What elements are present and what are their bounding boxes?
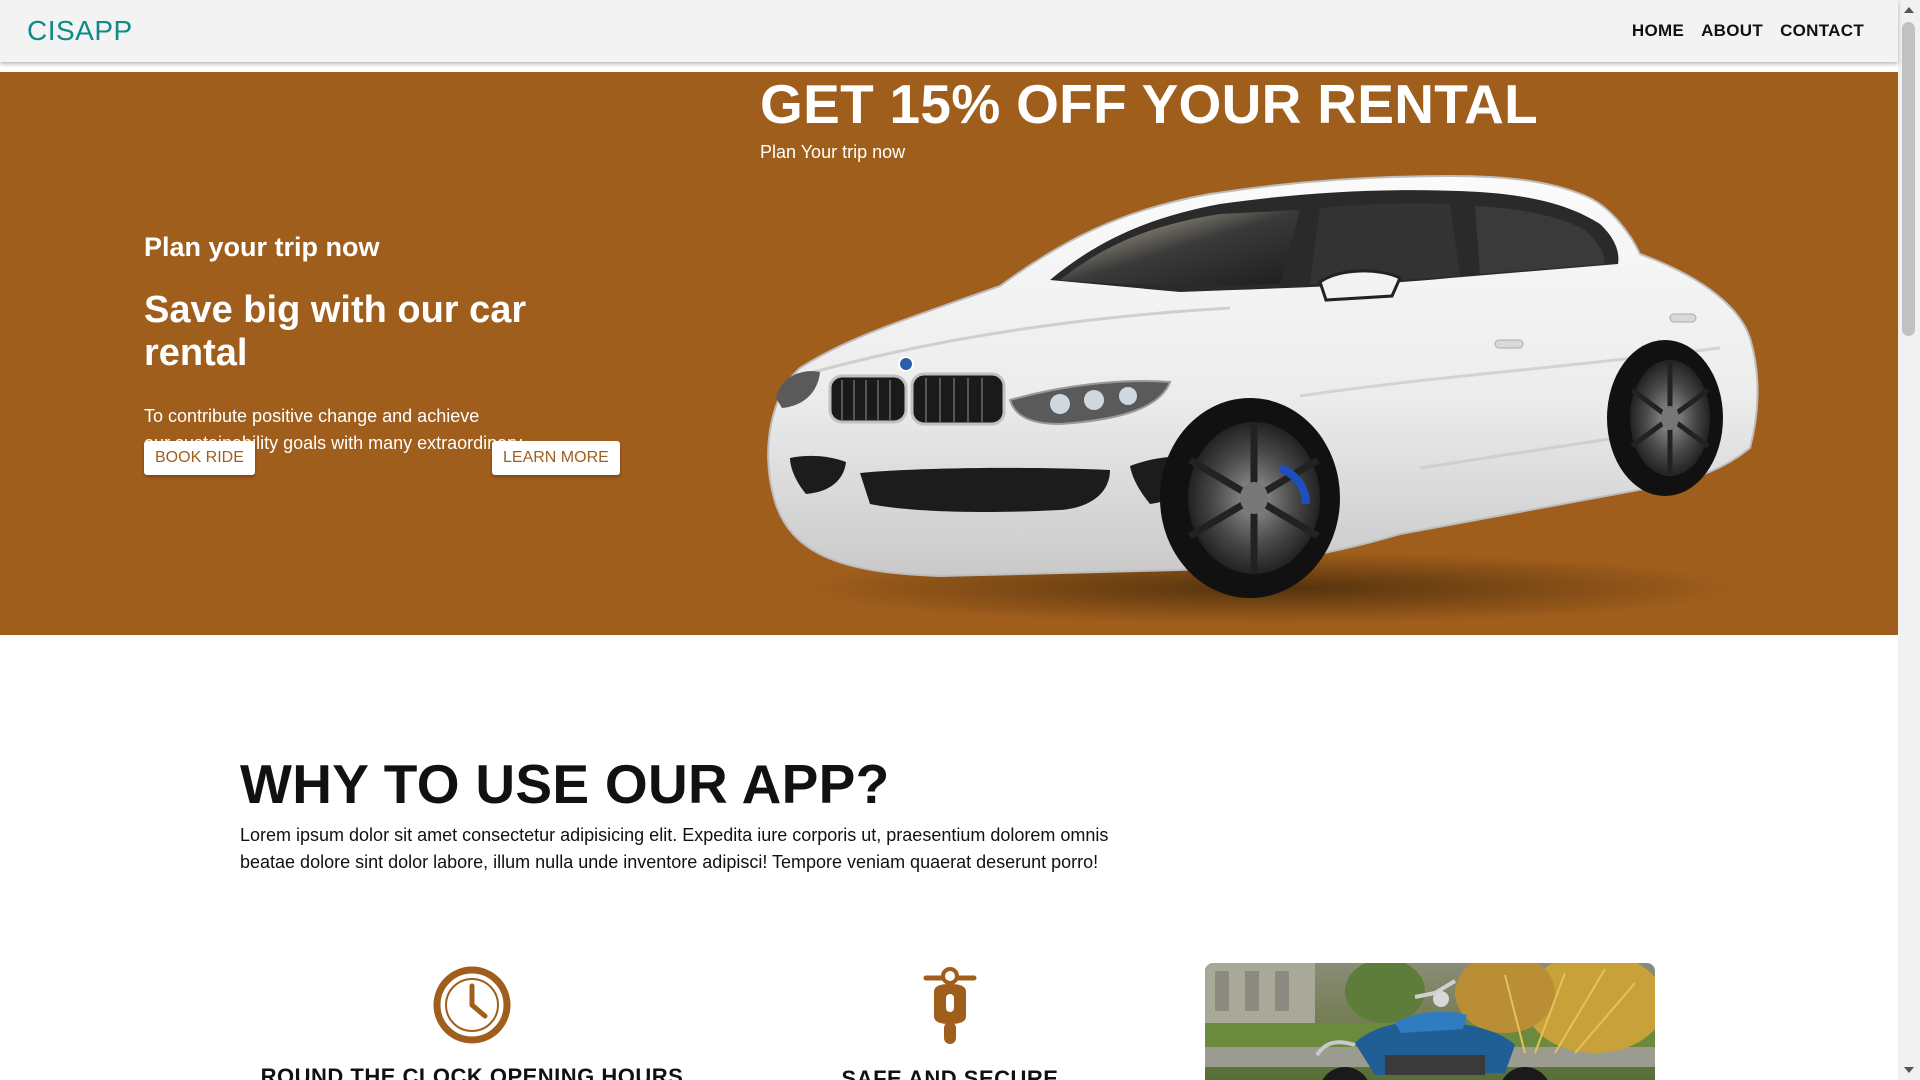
motorcycle-image	[1205, 963, 1655, 1080]
why-text: Lorem ipsum dolor sit amet consectetur a…	[240, 822, 1240, 876]
hero-text-block: Plan your trip now Save big with our car…	[144, 232, 614, 457]
nav-links: HOME ABOUT CONTACT	[1632, 21, 1864, 41]
hero-description-line: To contribute positive change and achiev…	[144, 406, 480, 426]
why-section: WHY TO USE OUR APP? Lorem ipsum dolor si…	[240, 752, 1240, 876]
book-ride-button[interactable]: BOOK RIDE	[144, 441, 255, 475]
nav-link-about[interactable]: ABOUT	[1701, 21, 1763, 41]
promo-title: GET 15% OFF YOUR RENTAL	[760, 73, 1539, 135]
learn-more-button[interactable]: LEARN MORE	[492, 441, 620, 475]
navbar: CISAPP HOME ABOUT CONTACT	[0, 0, 1898, 62]
car-image	[760, 168, 1780, 635]
scooter-icon	[923, 967, 977, 1044]
feature-title: SAFE AND SECURE	[841, 1066, 1059, 1080]
nav-link-home[interactable]: HOME	[1632, 21, 1684, 41]
hero-subtitle: Plan your trip now	[144, 232, 380, 262]
why-title: WHY TO USE OUR APP?	[240, 753, 890, 815]
promo-block: GET 15% OFF YOUR RENTAL Plan Your trip n…	[760, 72, 1538, 163]
clock-icon	[433, 966, 511, 1044]
brand-logo[interactable]: CISAPP	[27, 15, 133, 47]
hero-title: Save big with our car rental	[144, 289, 527, 374]
nav-link-contact[interactable]: CONTACT	[1780, 21, 1864, 41]
feature-card: SAFE AND SECURE	[730, 966, 1170, 1080]
feature-title: ROUND THE CLOCK OPENING HOURS	[260, 1064, 684, 1080]
scroll-down-icon[interactable]	[1904, 1067, 1914, 1073]
feature-card: ROUND THE CLOCK OPENING HOURS	[252, 966, 692, 1080]
scrollbar[interactable]	[1898, 0, 1920, 1080]
scrollbar-thumb[interactable]	[1902, 22, 1915, 336]
why-text-line: beatae dolore sint dolor labore, illum n…	[240, 852, 1099, 872]
why-text-line: Lorem ipsum dolor sit amet consectetur a…	[240, 825, 1109, 845]
promo-subtitle: Plan Your trip now	[760, 142, 906, 162]
hero-section: Plan your trip now Save big with our car…	[0, 72, 1898, 635]
scroll-up-icon[interactable]	[1904, 7, 1914, 13]
